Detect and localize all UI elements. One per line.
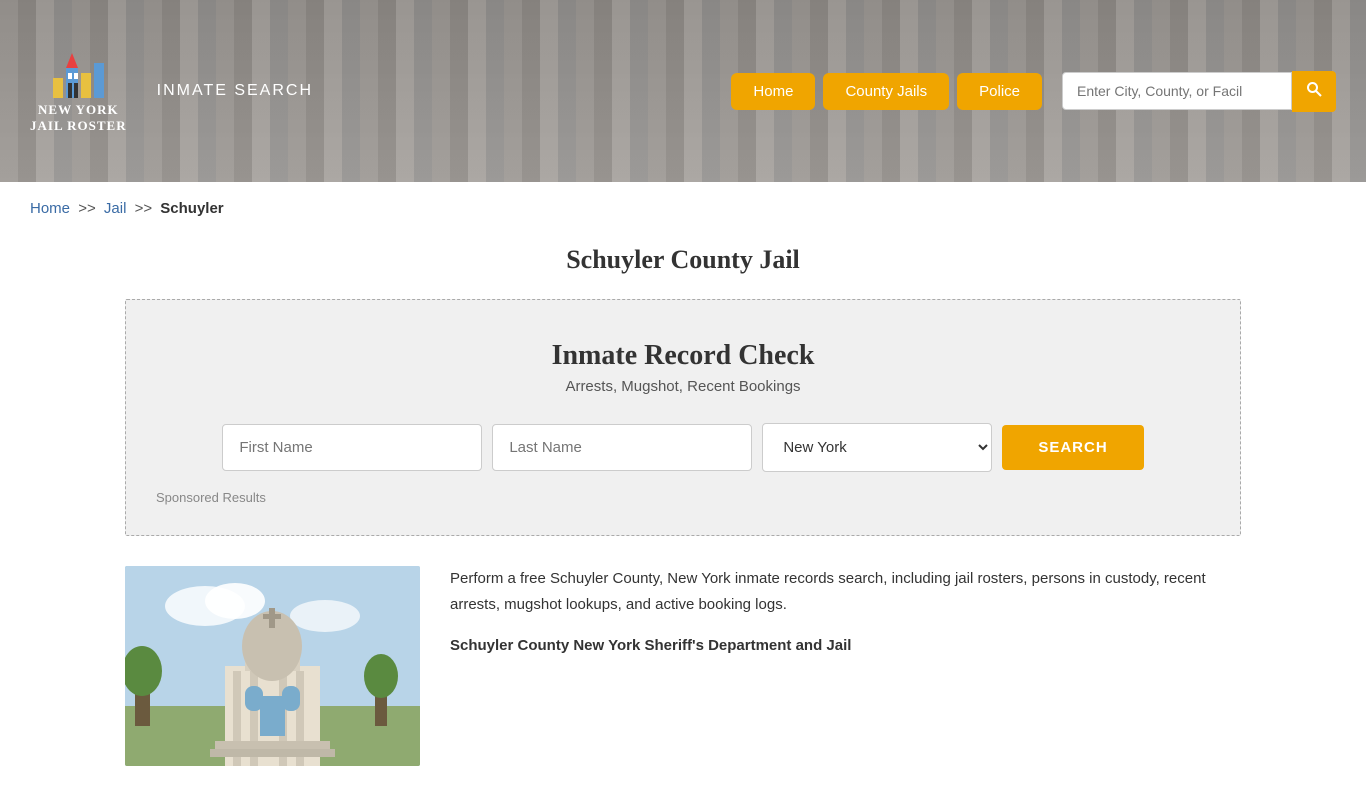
content-image <box>125 566 420 766</box>
logo-area: NEW YORK JAIL ROSTER <box>30 48 127 133</box>
breadcrumb-sep2: >> <box>135 200 153 217</box>
first-name-input[interactable] <box>222 424 482 471</box>
search-panel-subtitle: Arrests, Mugshot, Recent Bookings <box>156 378 1210 395</box>
header-search-button[interactable] <box>1292 71 1336 112</box>
logo-text: NEW YORK JAIL ROSTER <box>30 102 127 133</box>
breadcrumb-sep1: >> <box>78 200 96 217</box>
breadcrumb: Home >> Jail >> Schuyler <box>0 182 1366 235</box>
header-search-input[interactable] <box>1062 72 1292 110</box>
search-button[interactable]: SEARCH <box>1002 425 1143 470</box>
county-jails-button[interactable]: County Jails <box>823 73 949 110</box>
search-panel: Inmate Record Check Arrests, Mugshot, Re… <box>125 299 1241 536</box>
content-paragraph2: Schuyler County New York Sheriff's Depar… <box>450 633 1241 659</box>
state-select[interactable]: New York Alabama Alaska Arizona Arkansas… <box>762 423 992 472</box>
content-text: Perform a free Schuyler County, New York… <box>450 566 1241 766</box>
police-button[interactable]: Police <box>957 73 1042 110</box>
search-panel-title: Inmate Record Check <box>156 340 1210 372</box>
home-button[interactable]: Home <box>731 73 815 110</box>
building-illustration <box>125 566 420 766</box>
breadcrumb-home[interactable]: Home <box>30 200 70 217</box>
last-name-input[interactable] <box>492 424 752 471</box>
content-paragraph1: Perform a free Schuyler County, New York… <box>450 566 1241 617</box>
breadcrumb-current: Schuyler <box>160 200 223 217</box>
breadcrumb-jail[interactable]: Jail <box>104 200 127 217</box>
content-bold-link: Schuyler County New York Sheriff's Depar… <box>450 637 851 654</box>
sponsored-label: Sponsored Results <box>156 490 1210 505</box>
inmate-search-label: INMATE SEARCH <box>157 82 313 100</box>
search-fields: New York Alabama Alaska Arizona Arkansas… <box>156 423 1210 472</box>
search-icon <box>1306 81 1322 97</box>
site-header: NEW YORK JAIL ROSTER INMATE SEARCH Home … <box>0 0 1366 182</box>
header-search-area <box>1062 71 1336 112</box>
content-section: Perform a free Schuyler County, New York… <box>0 536 1366 796</box>
page-title: Schuyler County Jail <box>0 245 1366 275</box>
logo-icon <box>48 48 108 98</box>
main-nav: Home County Jails Police <box>731 73 1042 110</box>
